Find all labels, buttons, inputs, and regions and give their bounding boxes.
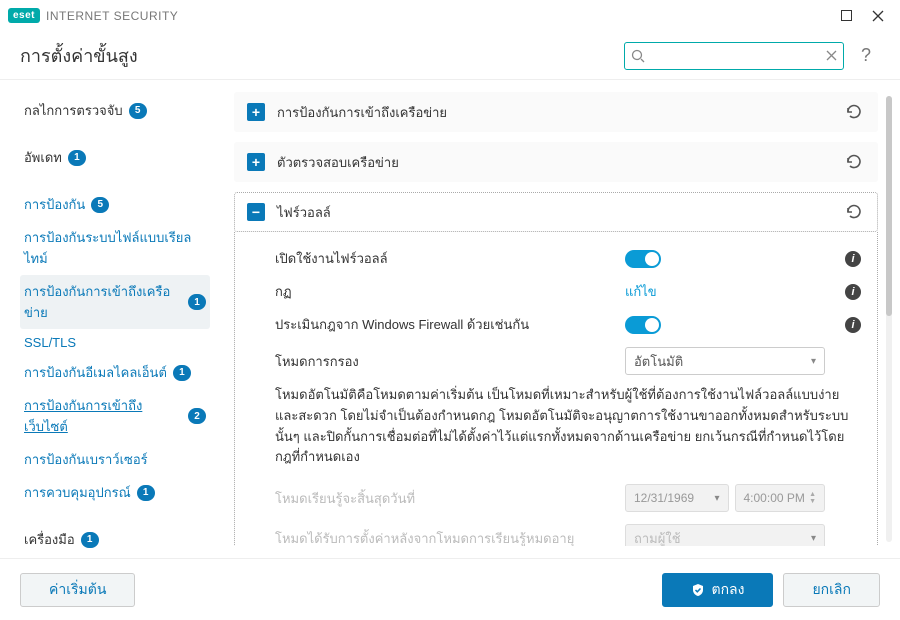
sidebar-item-realtime-fs[interactable]: การป้องกันระบบไฟล์แบบเรียลไทม์ xyxy=(20,221,210,275)
scrollbar-thumb[interactable] xyxy=(886,96,892,316)
section-firewall[interactable]: − ไฟร์วอลล์ xyxy=(234,192,878,232)
footer: ค่าเริ่มต้น ตกลง ยกเลิก xyxy=(0,558,900,620)
learning-end-date-input: 12/31/1969 ▾ xyxy=(625,484,729,512)
badge: 2 xyxy=(188,408,206,424)
row-after-learning: โหมดได้รับการตั้งค่าหลังจากโหมดการเรียนร… xyxy=(275,518,863,546)
label: เปิดใช้งานไฟร์วอลล์ xyxy=(275,248,615,269)
section-network-protection[interactable]: + การป้องกันการเข้าถึงเครือข่าย xyxy=(234,92,878,132)
expand-icon: + xyxy=(247,103,265,121)
titlebar: eset INTERNET SECURITY xyxy=(0,0,900,32)
sidebar-item-network-access[interactable]: การป้องกันการเข้าถึงเครือข่าย1 xyxy=(20,275,210,329)
row-enable-firewall: เปิดใช้งานไฟร์วอลล์ i xyxy=(275,242,863,275)
row-eval-windows-firewall: ประเมินกฎจาก Windows Firewall ด้วยเช่นกั… xyxy=(275,308,863,341)
badge: 5 xyxy=(91,197,109,213)
chevron-down-icon: ▾ xyxy=(811,533,816,544)
eval-wf-toggle[interactable] xyxy=(625,316,661,334)
sidebar-item-browser[interactable]: การป้องกันเบราว์เซอร์ xyxy=(20,443,210,476)
badge: 1 xyxy=(188,294,206,310)
after-learning-select: ถามผู้ใช้ ▾ xyxy=(625,524,825,546)
sidebar-item-detection-engine[interactable]: กลไกการตรวจจับ5 xyxy=(20,94,210,127)
defaults-button[interactable]: ค่าเริ่มต้น xyxy=(20,573,135,607)
revert-icon[interactable] xyxy=(843,151,865,173)
help-button[interactable]: ? xyxy=(852,45,880,66)
badge: 1 xyxy=(173,365,191,381)
info-icon[interactable]: i xyxy=(845,284,861,300)
page-title: การตั้งค่าขั้นสูง xyxy=(20,41,138,70)
product-name: INTERNET SECURITY xyxy=(46,9,178,23)
revert-icon[interactable] xyxy=(843,201,865,223)
main-area: + การป้องกันการเข้าถึงเครือข่าย + ตัวตรว… xyxy=(220,80,900,558)
sidebar-item-web-access[interactable]: การป้องกันการเข้าถึงเว็บไซต์2 xyxy=(20,389,210,443)
badge: 1 xyxy=(81,532,99,548)
clear-search-icon[interactable] xyxy=(826,50,837,61)
scrollbar[interactable] xyxy=(886,96,892,542)
label: กฏ xyxy=(275,281,615,302)
sidebar-item-update[interactable]: อัพเดท1 xyxy=(20,141,210,174)
select-value: อัตโนมัติ xyxy=(634,351,683,372)
filtering-mode-description: โหมดอัตโนมัติคือโหมดตามค่าเริ่มต้น เป็นโ… xyxy=(275,381,863,478)
info-icon[interactable]: i xyxy=(845,317,861,333)
revert-icon[interactable] xyxy=(843,101,865,123)
info-icon[interactable]: i xyxy=(845,251,861,267)
label: โหมดได้รับการตั้งค่าหลังจากโหมดการเรียนร… xyxy=(275,528,615,546)
chevron-down-icon: ▾ xyxy=(811,356,816,367)
section-network-inspector[interactable]: + ตัวตรวจสอบเครือข่าย xyxy=(234,142,878,182)
select-value: ถามผู้ใช้ xyxy=(634,528,681,546)
row-filtering-mode: โหมดการกรอง อัตโนมัติ ▾ xyxy=(275,341,863,381)
spinner-icon: ▲▼ xyxy=(809,491,816,505)
label: โหมดการกรอง xyxy=(275,351,615,372)
sidebar-item-email-client[interactable]: การป้องกันอีเมลไคลเอ็นต์1 xyxy=(20,356,210,389)
search-input[interactable] xyxy=(645,49,826,63)
search-icon xyxy=(631,49,645,63)
search-box[interactable] xyxy=(624,42,844,70)
firewall-panel: เปิดใช้งานไฟร์วอลล์ i กฏ แก้ไข i ประเมิน… xyxy=(234,232,878,546)
cancel-button[interactable]: ยกเลิก xyxy=(783,573,880,607)
sidebar-item-device-control[interactable]: การควบคุมอุปกรณ์1 xyxy=(20,476,210,509)
edit-rules-link[interactable]: แก้ไข xyxy=(625,281,657,302)
sidebar-item-ssl-tls[interactable]: SSL/TLS xyxy=(20,329,210,356)
sidebar: กลไกการตรวจจับ5 อัพเดท1 การป้องกัน5 การป… xyxy=(0,80,220,558)
window-maximize-icon[interactable] xyxy=(832,2,860,30)
label: โหมดเรียนรู้จะสิ้นสุดวันที่ xyxy=(275,488,615,509)
section-title: ตัวตรวจสอบเครือข่าย xyxy=(277,152,831,173)
label: ประเมินกฎจาก Windows Firewall ด้วยเช่นกั… xyxy=(275,314,615,335)
ok-button[interactable]: ตกลง xyxy=(662,573,773,607)
brand-badge: eset xyxy=(8,8,40,23)
learning-end-time-input: 4:00:00 PM ▲▼ xyxy=(735,484,826,512)
enable-firewall-toggle[interactable] xyxy=(625,250,661,268)
section-title: การป้องกันการเข้าถึงเครือข่าย xyxy=(277,102,831,123)
header: การตั้งค่าขั้นสูง ? xyxy=(0,32,900,80)
badge: 5 xyxy=(129,103,147,119)
row-rules: กฏ แก้ไข i xyxy=(275,275,863,308)
sidebar-item-tools[interactable]: เครื่องมือ1 xyxy=(20,523,210,556)
badge: 1 xyxy=(68,150,86,166)
chevron-down-icon: ▾ xyxy=(714,493,719,504)
sidebar-item-protection[interactable]: การป้องกัน5 xyxy=(20,188,210,221)
badge: 1 xyxy=(137,485,155,501)
expand-icon: + xyxy=(247,153,265,171)
app-logo: eset INTERNET SECURITY xyxy=(8,8,178,23)
shield-icon xyxy=(691,583,705,597)
row-learning-end: โหมดเรียนรู้จะสิ้นสุดวันที่ 12/31/1969 ▾… xyxy=(275,478,863,518)
section-title: ไฟร์วอลล์ xyxy=(277,202,831,223)
filtering-mode-select[interactable]: อัตโนมัติ ▾ xyxy=(625,347,825,375)
window-close-icon[interactable] xyxy=(864,2,892,30)
collapse-icon: − xyxy=(247,203,265,221)
